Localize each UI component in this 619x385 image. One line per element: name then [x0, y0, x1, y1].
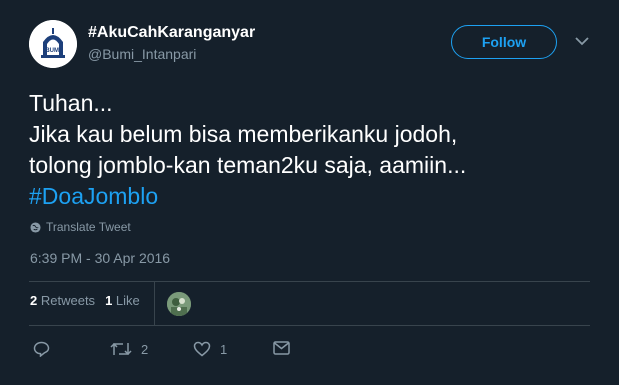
- liker-avatar-image: [167, 292, 191, 316]
- tweet-text: Tuhan... Jika kau belum bisa memberikank…: [29, 90, 467, 178]
- retweet-count: 2: [141, 341, 149, 357]
- liker-avatar[interactable]: [167, 292, 191, 316]
- direct-message-button[interactable]: [273, 341, 290, 355]
- bumi-logo-icon: BUMI: [29, 20, 77, 68]
- divider: [29, 281, 590, 282]
- display-name[interactable]: #AkuCahKaranganyar: [88, 24, 255, 42]
- heart-icon: [193, 341, 211, 357]
- tweet-stats: 2 Retweets 1 Like: [30, 293, 140, 308]
- divider: [29, 325, 590, 326]
- reply-button[interactable]: [33, 341, 50, 357]
- stats-separator: [154, 282, 155, 325]
- tweet-timestamp[interactable]: 6:39 PM - 30 Apr 2016: [30, 250, 170, 266]
- avatar[interactable]: BUMI: [29, 20, 77, 68]
- chevron-down-icon[interactable]: [574, 35, 590, 47]
- avatar-text: BUMI: [45, 48, 61, 54]
- user-handle[interactable]: @Bumi_Intanpari: [88, 46, 196, 62]
- hashtag-link[interactable]: #DoaJomblo: [29, 181, 158, 212]
- envelope-icon: [273, 341, 290, 355]
- follow-button[interactable]: Follow: [451, 25, 557, 59]
- reply-icon: [33, 341, 50, 357]
- likes-stat[interactable]: 1 Like: [105, 293, 140, 308]
- like-count: 1: [220, 341, 228, 357]
- retweets-stat[interactable]: 2 Retweets: [30, 293, 95, 308]
- translate-label: Translate Tweet: [46, 220, 131, 234]
- like-button[interactable]: 1: [193, 341, 227, 357]
- retweet-button[interactable]: 2: [110, 341, 148, 357]
- retweet-icon: [110, 342, 132, 356]
- translate-tweet-link[interactable]: Translate Tweet: [30, 220, 131, 234]
- globe-icon: [30, 221, 41, 233]
